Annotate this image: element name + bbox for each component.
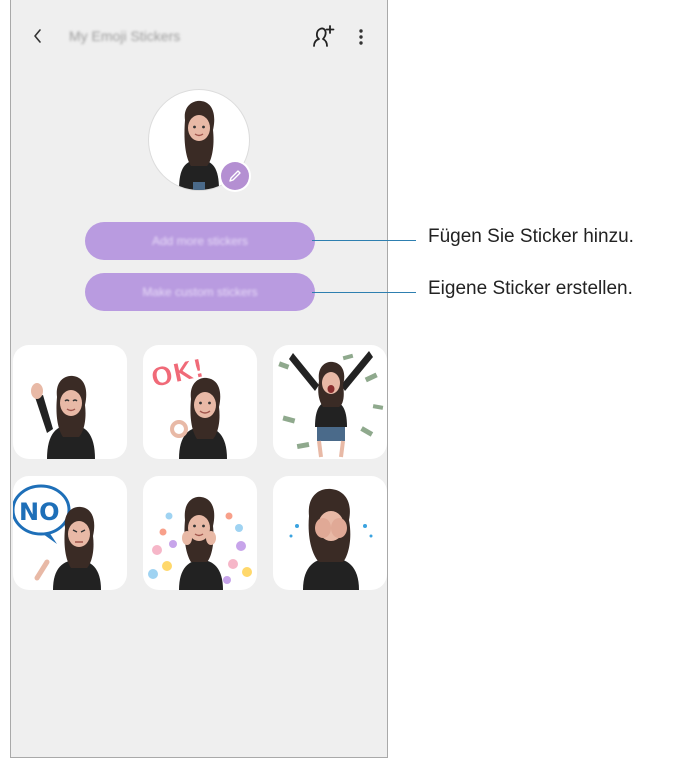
crying-sticker-art — [289, 488, 373, 590]
sticker-hearts[interactable] — [143, 476, 257, 590]
back-button[interactable] — [27, 24, 49, 48]
no-sticker-art: NO — [13, 484, 101, 590]
more-options-button[interactable] — [353, 26, 369, 48]
edit-avatar-button[interactable] — [221, 162, 249, 190]
more-vertical-icon — [359, 29, 363, 45]
callout-line-add — [312, 240, 416, 241]
ok-sticker-art: OK! — [148, 353, 227, 459]
sticker-money-rain[interactable] — [273, 345, 387, 459]
app-header: My Emoji Stickers — [11, 0, 387, 72]
no-sticker-text: NO — [19, 498, 60, 526]
pencil-icon — [229, 170, 241, 182]
wave-sticker-art — [31, 375, 95, 459]
chevron-left-icon — [34, 29, 41, 43]
hearts-sticker-art — [148, 496, 252, 590]
add-more-stickers-label: Add more stickers — [151, 234, 249, 248]
callout-add-stickers: Fügen Sie Sticker hinzu. — [428, 226, 634, 247]
sticker-no[interactable]: NO — [13, 476, 127, 590]
callout-line-create — [312, 292, 416, 293]
add-more-stickers-button[interactable]: Add more stickers — [85, 222, 315, 260]
sticker-crying[interactable] — [273, 476, 387, 590]
sticker-wave[interactable] — [13, 345, 127, 459]
sticker-ok[interactable]: OK! — [143, 345, 257, 459]
avatar-area — [149, 90, 249, 190]
add-person-button[interactable] — [310, 24, 336, 50]
add-person-icon — [313, 25, 335, 47]
page-title: My Emoji Stickers — [69, 28, 181, 44]
make-custom-stickers-button[interactable]: Make custom stickers — [85, 273, 315, 311]
make-custom-stickers-label: Make custom stickers — [142, 285, 258, 299]
money-rain-sticker-art — [278, 351, 384, 458]
callout-create-stickers: Eigene Sticker erstellen. — [428, 278, 633, 299]
phone-screen: My Emoji Stickers Add more stickers Make… — [10, 0, 388, 758]
